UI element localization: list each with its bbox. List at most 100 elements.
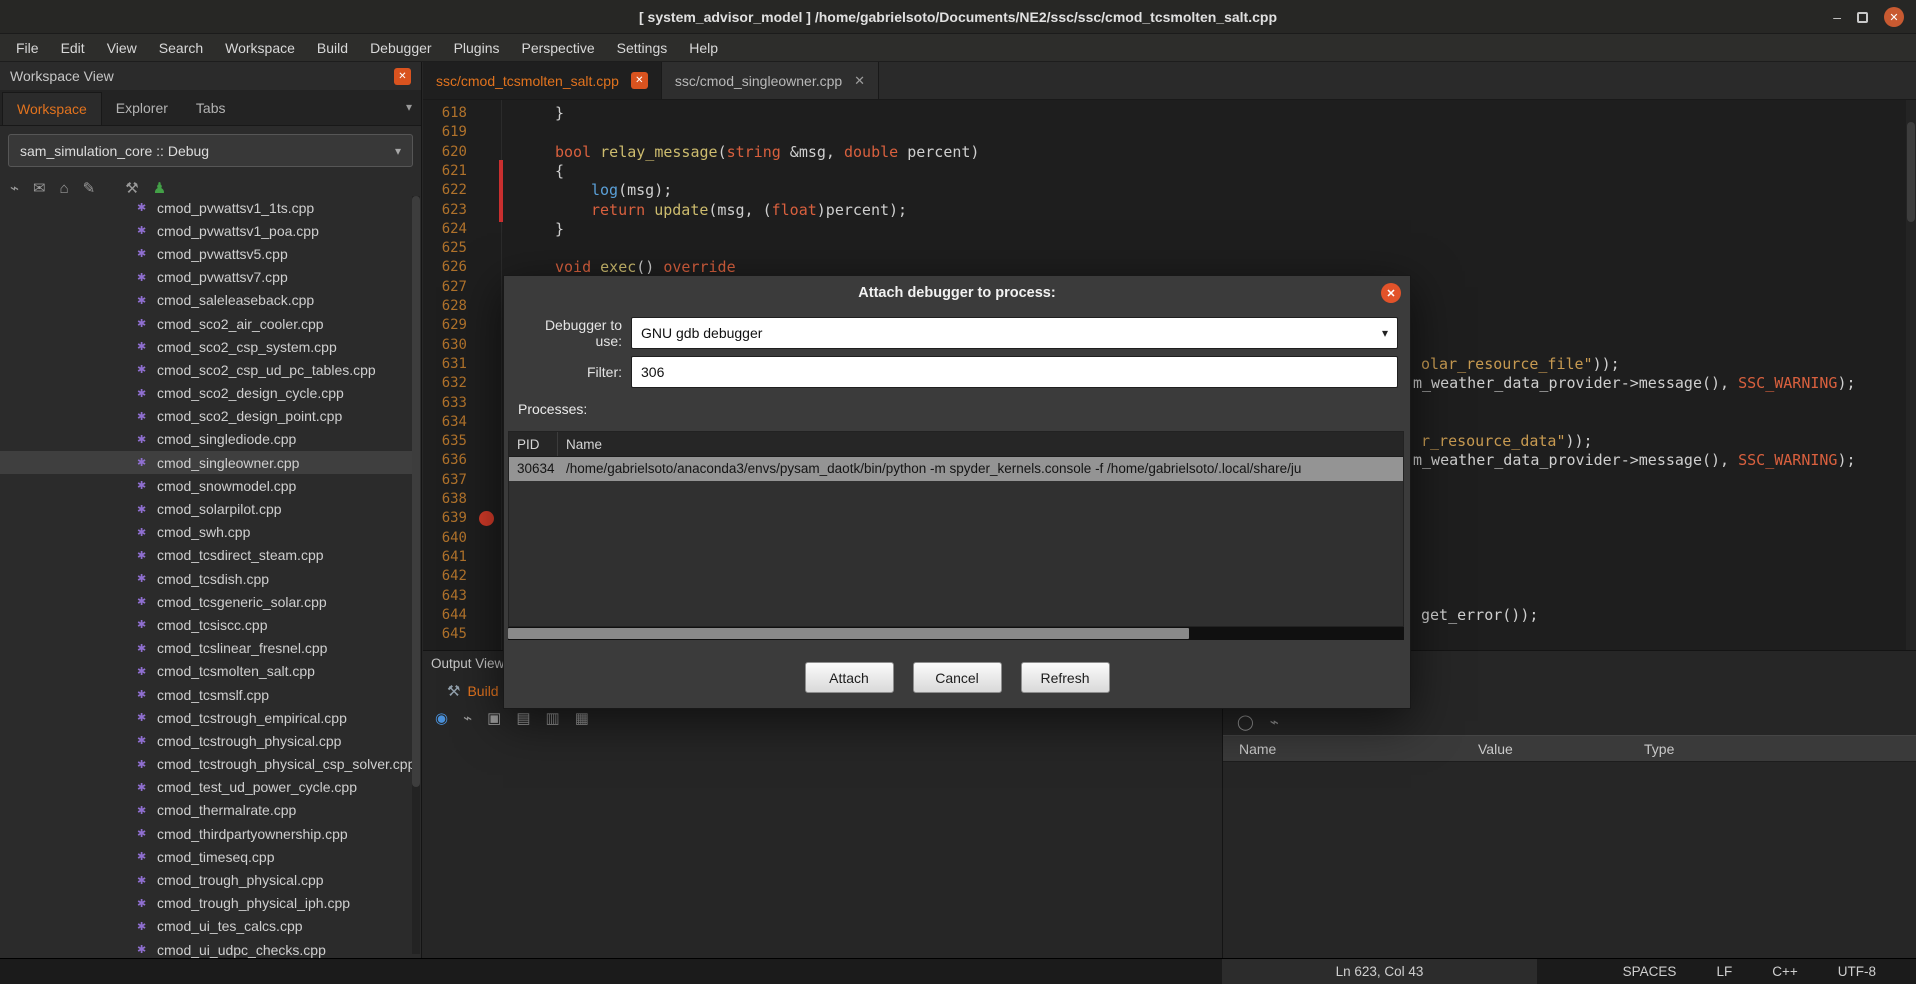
close-tab-icon[interactable]: ✕: [854, 73, 865, 89]
pin-icon[interactable]: ◉: [435, 709, 448, 727]
tree-item-label: cmod_tcsdirect_steam.cpp: [157, 547, 324, 563]
watch-column-type[interactable]: Type: [1628, 741, 1916, 757]
menu-item-debugger[interactable]: Debugger: [359, 34, 443, 61]
workspace-tab-explorer[interactable]: Explorer: [102, 92, 182, 125]
mail-icon[interactable]: ✉: [33, 179, 46, 197]
minimize-button[interactable]: –: [1833, 9, 1841, 25]
editor-tab-2[interactable]: ssc/cmod_singleowner.cpp✕: [662, 62, 879, 99]
chevron-down-icon: ▾: [1382, 326, 1388, 340]
process-column-name[interactable]: Name: [558, 432, 1403, 456]
tree-item[interactable]: ✱cmod_singleowner.cpp: [0, 451, 412, 474]
tree-item[interactable]: ✱cmod_tcstrough_physical_csp_solver.cpp: [0, 753, 412, 776]
editor-tab-1[interactable]: ssc/cmod_tcsmolten_salt.cpp✕: [423, 62, 662, 99]
tree-item[interactable]: ✱cmod_ui_udpc_checks.cpp: [0, 938, 412, 958]
tree-item[interactable]: ✱cmod_tcstrough_empirical.cpp: [0, 706, 412, 729]
build-settings-icon[interactable]: ⚒: [125, 179, 138, 197]
attach-button[interactable]: Attach: [805, 662, 894, 693]
close-button[interactable]: ✕: [1884, 7, 1904, 27]
debugger-select[interactable]: GNU gdb debugger ▾: [631, 317, 1398, 349]
link-editor-icon[interactable]: ⌁: [10, 179, 19, 197]
tree-item[interactable]: ✱cmod_tcsmolten_salt.cpp: [0, 660, 412, 683]
link-icon[interactable]: ⌁: [1270, 713, 1279, 731]
menu-item-perspective[interactable]: Perspective: [510, 34, 605, 61]
filter-input[interactable]: [631, 356, 1398, 388]
process-row[interactable]: 30634/home/gabrielsoto/anaconda3/envs/py…: [509, 457, 1403, 481]
chevron-down-icon[interactable]: ▾: [406, 100, 412, 114]
pencil-icon[interactable]: ✎: [83, 179, 96, 197]
close-workspace-panel-icon[interactable]: ✕: [394, 68, 411, 85]
tree-item-label: cmod_test_ud_power_cycle.cpp: [157, 779, 357, 795]
tree-item[interactable]: ✱cmod_swh.cpp: [0, 521, 412, 544]
run-icon[interactable]: ♟: [153, 179, 166, 197]
tree-item[interactable]: ✱cmod_sco2_csp_system.cpp: [0, 335, 412, 358]
tree-item[interactable]: ✱cmod_sco2_design_cycle.cpp: [0, 382, 412, 405]
tree-item[interactable]: ✱cmod_test_ud_power_cycle.cpp: [0, 776, 412, 799]
tree-item[interactable]: ✱cmod_saleleaseback.cpp: [0, 289, 412, 312]
tab-build[interactable]: ⚒ Build: [447, 682, 499, 700]
tree-item[interactable]: ✱cmod_sco2_design_point.cpp: [0, 405, 412, 428]
menu-item-build[interactable]: Build: [306, 34, 359, 61]
tree-item[interactable]: ✱cmod_trough_physical_iph.cpp: [0, 892, 412, 915]
tree-item[interactable]: ✱cmod_trough_physical.cpp: [0, 868, 412, 891]
menu-item-help[interactable]: Help: [678, 34, 729, 61]
watch-column-name[interactable]: Name: [1223, 741, 1462, 757]
hscrollbar-thumb[interactable]: [508, 628, 1189, 639]
home-icon[interactable]: ⌂: [60, 180, 69, 197]
restore-button[interactable]: [1857, 12, 1868, 23]
tree-item[interactable]: ✱cmod_tcsmslf.cpp: [0, 683, 412, 706]
tree-item[interactable]: ✱cmod_snowmodel.cpp: [0, 474, 412, 497]
tree-scrollbar[interactable]: [412, 196, 420, 954]
save-icon[interactable]: ▤: [516, 709, 530, 727]
close-tab-icon[interactable]: ✕: [631, 72, 648, 89]
tree-item[interactable]: ✱cmod_tcsdirect_steam.cpp: [0, 544, 412, 567]
refresh-button[interactable]: Refresh: [1021, 662, 1110, 693]
tree-item[interactable]: ✱cmod_tcsiscc.cpp: [0, 613, 412, 636]
tree-item[interactable]: ✱cmod_thermalrate.cpp: [0, 799, 412, 822]
breakpoint-marker[interactable]: [479, 511, 494, 526]
process-table-hscrollbar[interactable]: [508, 627, 1404, 640]
cpp-file-icon: ✱: [137, 897, 157, 910]
workspace-tab-workspace[interactable]: Workspace: [2, 92, 102, 125]
editor-scrollbar[interactable]: [1906, 100, 1916, 650]
clear-icon[interactable]: ▣: [487, 709, 501, 727]
process-column-pid[interactable]: PID: [509, 432, 558, 456]
menu-item-view[interactable]: View: [96, 34, 148, 61]
tree-item[interactable]: ✱cmod_solarpilot.cpp: [0, 497, 412, 520]
watch-column-value[interactable]: Value: [1462, 741, 1628, 757]
paste-icon[interactable]: ▦: [575, 709, 589, 727]
tree-scrollbar-thumb[interactable]: [412, 196, 420, 787]
link-icon[interactable]: ⌁: [463, 709, 472, 727]
editor-scrollbar-thumb[interactable]: [1907, 122, 1915, 222]
status-c++: C++: [1772, 964, 1798, 979]
tree-item[interactable]: ✱cmod_sco2_air_cooler.cpp: [0, 312, 412, 335]
close-dialog-icon[interactable]: ✕: [1381, 283, 1401, 303]
tree-item[interactable]: ✱cmod_singlediode.cpp: [0, 428, 412, 451]
tree-item[interactable]: ✱cmod_pvwattsv1_1ts.cpp: [0, 196, 412, 219]
tree-item[interactable]: ✱cmod_tcsgeneric_solar.cpp: [0, 590, 412, 613]
line-number: 635: [423, 432, 467, 451]
tree-item-label: cmod_pvwattsv1_poa.cpp: [157, 223, 319, 239]
tree-item[interactable]: ✱cmod_pvwattsv7.cpp: [0, 266, 412, 289]
tree-item[interactable]: ✱cmod_tcstrough_physical.cpp: [0, 729, 412, 752]
line-number: 623: [423, 201, 467, 220]
build-config-dropdown[interactable]: sam_simulation_core :: Debug ▾: [8, 134, 413, 167]
tree-item[interactable]: ✱cmod_tcsdish.cpp: [0, 567, 412, 590]
menu-item-edit[interactable]: Edit: [50, 34, 96, 61]
copy-icon[interactable]: ▥: [546, 709, 560, 727]
tree-item[interactable]: ✱cmod_sco2_csp_ud_pc_tables.cpp: [0, 358, 412, 381]
tree-item[interactable]: ✱cmod_pvwattsv1_poa.cpp: [0, 219, 412, 242]
tree-item[interactable]: ✱cmod_tcslinear_fresnel.cpp: [0, 637, 412, 660]
processes-label: Processes:: [518, 401, 1410, 417]
menu-item-search[interactable]: Search: [148, 34, 214, 61]
menu-item-file[interactable]: File: [5, 34, 50, 61]
menu-item-plugins[interactable]: Plugins: [443, 34, 511, 61]
menu-item-workspace[interactable]: Workspace: [214, 34, 306, 61]
record-icon[interactable]: ◯: [1237, 713, 1254, 731]
tree-item[interactable]: ✱cmod_thirdpartyownership.cpp: [0, 822, 412, 845]
menu-item-settings[interactable]: Settings: [606, 34, 679, 61]
cancel-button[interactable]: Cancel: [913, 662, 1002, 693]
tree-item[interactable]: ✱cmod_pvwattsv5.cpp: [0, 242, 412, 265]
tree-item[interactable]: ✱cmod_ui_tes_calcs.cpp: [0, 915, 412, 938]
workspace-tab-tabs[interactable]: Tabs: [182, 92, 240, 125]
tree-item[interactable]: ✱cmod_timeseq.cpp: [0, 845, 412, 868]
